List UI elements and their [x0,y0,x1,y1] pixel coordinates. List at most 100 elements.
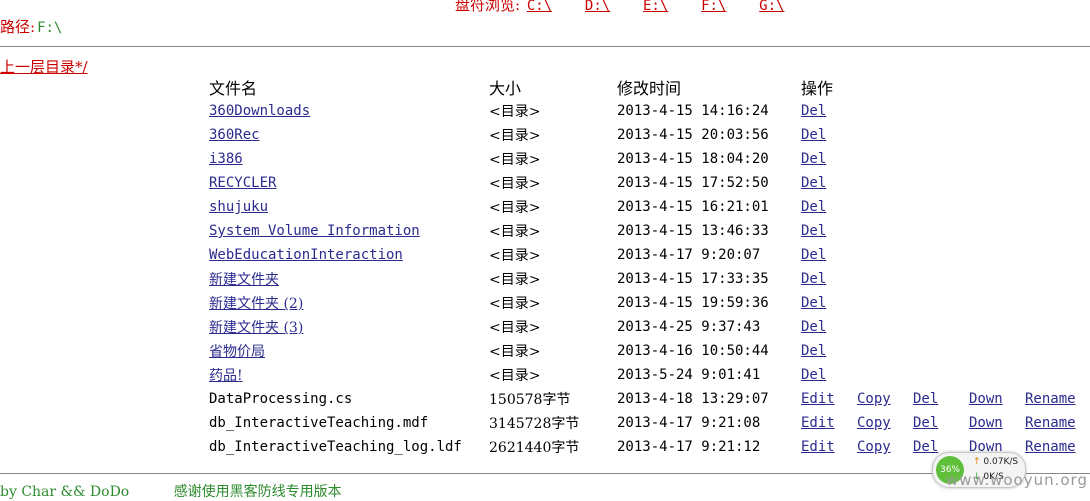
file-name-cell: db_InteractiveTeaching.mdf [209,415,429,431]
directory-link[interactable]: i386 [209,151,243,167]
size-cell: <目录> [489,176,541,192]
modified-time-cell: 2013-4-18 13:29:07 [617,391,769,407]
modified-time-cell: 2013-4-16 10:50:44 [617,343,769,359]
upload-speed-value: 0.07K/S [983,457,1019,467]
header-name: 文件名 [209,79,258,98]
modified-time-cell: 2013-4-17 9:21:12 [617,439,761,455]
delete-link[interactable]: Del [801,319,826,335]
directory-link[interactable]: 新建文件夹 [209,272,279,288]
delete-link[interactable]: Del [801,175,826,191]
rename-link[interactable]: Rename [1025,439,1076,455]
table-row: DataProcessing.cs 150578字节 2013-4-18 13:29… [205,387,1081,411]
path-value: F:\ [37,20,63,36]
size-cell: <目录> [489,104,541,120]
modified-time-cell: 2013-4-17 9:21:08 [617,415,761,431]
copy-link[interactable]: Copy [857,415,891,431]
drive-bar: 盘符浏览: C:\ D:\ E:\ F:\ G:\ [455,0,812,15]
rename-link[interactable]: Rename [1025,415,1076,431]
table-row: 360Downloads <目录> 2013-4-15 14:16:24 Del [205,99,1081,123]
directory-link[interactable]: 新建文件夹 (3) [209,320,303,336]
modified-time-cell: 2013-4-15 20:03:56 [617,127,769,143]
edit-link[interactable]: Edit [801,391,835,407]
table-row: i386 <目录> 2013-4-15 18:04:20 Del [205,147,1081,171]
modified-time-cell: 2013-4-15 16:21:01 [617,199,769,215]
copy-link[interactable]: Copy [857,439,891,455]
download-link[interactable]: Down [969,415,1003,431]
edit-link[interactable]: Edit [801,415,835,431]
size-cell: <目录> [489,152,541,168]
size-cell: <目录> [489,368,541,384]
directory-link[interactable]: 药品! [209,368,243,384]
drive-link-g[interactable]: G:\ [759,0,784,14]
drive-link-f[interactable]: F:\ [701,0,726,14]
directory-link[interactable]: 360Downloads [209,103,310,119]
modified-time-cell: 2013-4-15 13:46:33 [617,223,769,239]
delete-link[interactable]: Del [801,223,826,239]
drive-link-e[interactable]: E:\ [643,0,668,14]
size-cell: 150578字节 [489,392,571,408]
delete-link[interactable]: Del [801,367,826,383]
table-row: db_InteractiveTeaching.mdf 3145728字节 2013-… [205,411,1081,435]
delete-link[interactable]: Del [913,439,938,455]
file-name-cell: DataProcessing.cs [209,391,353,407]
delete-link[interactable]: Del [801,247,826,263]
modified-time-cell: 2013-4-15 14:16:24 [617,103,769,119]
current-path: 路径: F:\ [0,16,62,37]
path-label: 路径: [0,18,36,36]
table-row: 药品! <目录> 2013-5-24 9:01:41 Del [205,363,1081,387]
table-row: System Volume Information <目录> 2013-4-15 1… [205,219,1081,243]
table-row: 省物价局 <目录> 2013-4-16 10:50:44 Del [205,339,1081,363]
delete-link[interactable]: Del [913,415,938,431]
table-row: WebEducationInteraction <目录> 2013-4-17 9:2… [205,243,1081,267]
footer: by Char && DoDo 感谢使用黑客防线专用版本 [0,481,342,501]
directory-link[interactable]: WebEducationInteraction [209,247,403,263]
size-cell: <目录> [489,224,541,240]
size-cell: <目录> [489,296,541,312]
footer-credit: by Char && DoDo [0,484,130,500]
size-cell: 3145728字节 [489,416,580,432]
modified-time-cell: 2013-4-15 17:52:50 [617,175,769,191]
edit-link[interactable]: Edit [801,439,835,455]
copy-link[interactable]: Copy [857,391,891,407]
modified-time-cell: 2013-4-17 9:20:07 [617,247,761,263]
table-row: 新建文件夹 <目录> 2013-4-15 17:33:35 Del [205,267,1081,291]
table-header: 文件名 大小 修改时间 操作 [205,75,1081,99]
size-cell: <目录> [489,320,541,336]
delete-link[interactable]: Del [801,151,826,167]
directory-link[interactable]: 360Rec [209,127,260,143]
table-row: 360Rec <目录> 2013-4-15 20:03:56 Del [205,123,1081,147]
drive-link-d[interactable]: D:\ [585,0,610,14]
modified-time-cell: 2013-4-25 9:37:43 [617,319,761,335]
delete-link[interactable]: Del [801,103,826,119]
drive-link-c[interactable]: C:\ [527,0,552,14]
parent-directory-link[interactable]: 上一层目录*/ [0,56,88,77]
header-time: 修改时间 [617,79,682,98]
modified-time-cell: 2013-4-15 19:59:36 [617,295,769,311]
top-divider [0,46,1090,47]
header-op: 操作 [801,79,834,98]
delete-link[interactable]: Del [801,199,826,215]
rename-link[interactable]: Rename [1025,391,1076,407]
directory-link[interactable]: 省物价局 [209,344,265,360]
modified-time-cell: 2013-4-15 17:33:35 [617,271,769,287]
drive-bar-label: 盘符浏览: [455,0,521,14]
watermark: www.wooyun.org [945,471,1088,489]
delete-link[interactable]: Del [801,295,826,311]
table-row: shujuku <目录> 2013-4-15 16:21:01 Del [205,195,1081,219]
header-size: 大小 [489,79,522,98]
delete-link[interactable]: Del [801,127,826,143]
file-name-cell: db_InteractiveTeaching_log.ldf [209,439,462,455]
directory-link[interactable]: RECYCLER [209,175,276,191]
directory-link[interactable]: shujuku [209,199,268,215]
delete-link[interactable]: Del [801,271,826,287]
footer-note: 感谢使用黑客防线专用版本 [173,484,342,500]
modified-time-cell: 2013-5-24 9:01:41 [617,367,761,383]
delete-link[interactable]: Del [801,343,826,359]
upload-arrow-icon: ↑ [973,457,981,467]
directory-link[interactable]: 新建文件夹 (2) [209,296,303,312]
delete-link[interactable]: Del [913,391,938,407]
download-link[interactable]: Down [969,391,1003,407]
directory-link[interactable]: System Volume Information [209,223,420,239]
modified-time-cell: 2013-4-15 18:04:20 [617,151,769,167]
table-row: RECYCLER <目录> 2013-4-15 17:52:50 Del [205,171,1081,195]
